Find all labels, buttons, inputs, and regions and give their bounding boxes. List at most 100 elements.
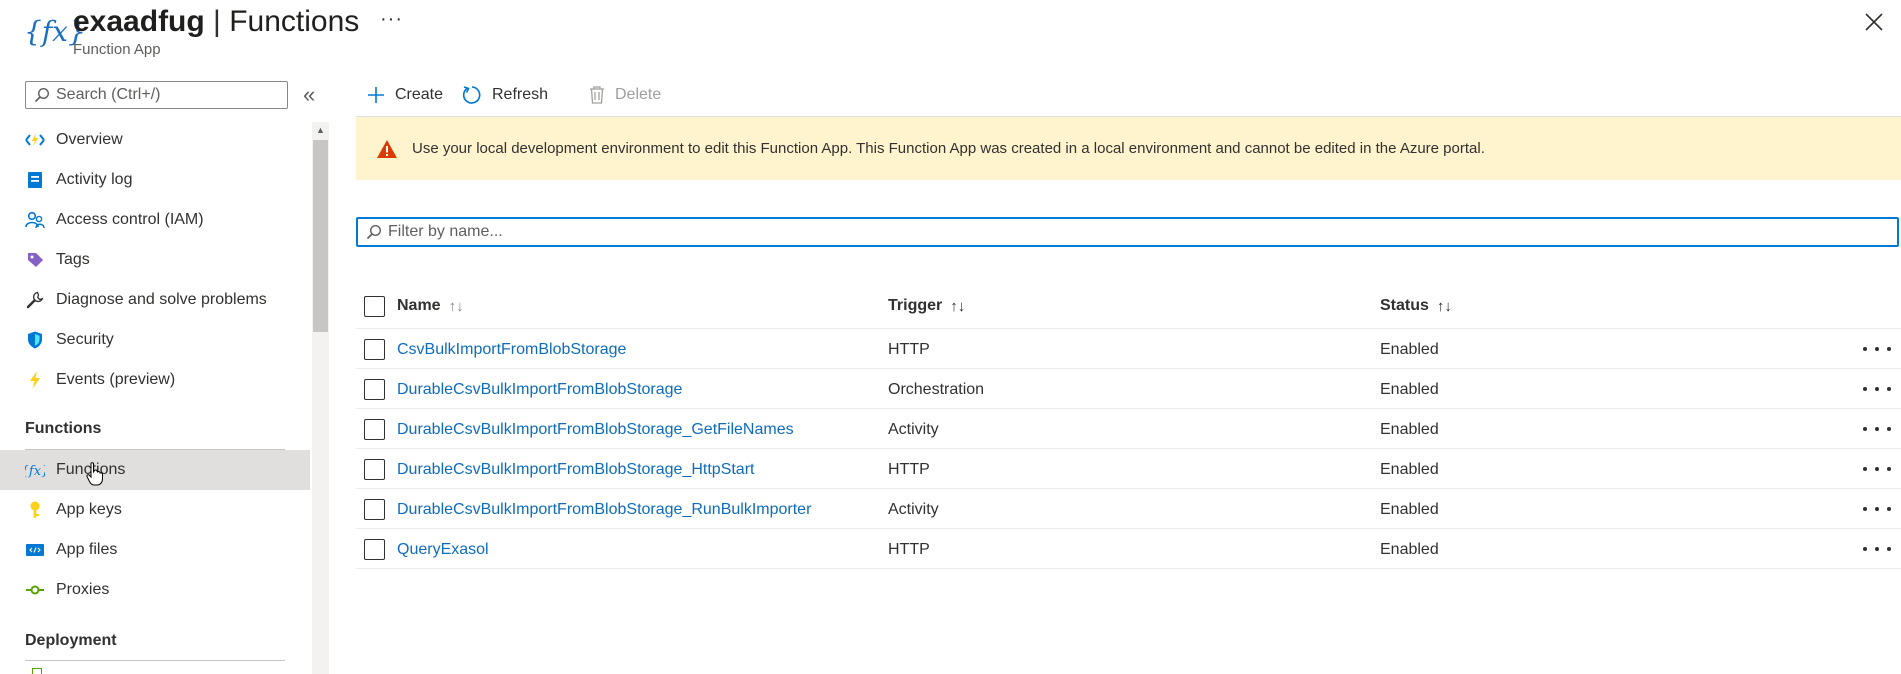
section-divider — [25, 660, 285, 661]
sidebar-item-overview[interactable]: Overview — [0, 120, 310, 160]
filter-input[interactable] — [388, 223, 1868, 241]
column-label: Name — [397, 297, 441, 314]
function-name-link[interactable]: DurableCsvBulkImportFromBlobStorage_RunB… — [397, 501, 811, 519]
page-title: exaadfug | Functions — [73, 2, 359, 42]
sidebar-item-functions[interactable]: {fx} Functions — [0, 450, 310, 490]
sidebar-item-label: Access control (IAM) — [56, 211, 204, 228]
scroll-up-arrow[interactable]: ▲ — [312, 122, 329, 138]
shield-icon — [25, 330, 45, 350]
lightning-icon — [25, 370, 45, 390]
sidebar-item-label: Tags — [56, 251, 90, 268]
row-checkbox[interactable] — [364, 499, 385, 520]
collapse-sidebar-button[interactable]: « — [303, 84, 315, 106]
row-checkbox[interactable] — [364, 339, 385, 360]
row-checkbox[interactable] — [364, 539, 385, 560]
sort-icon: ↑↓ — [1436, 297, 1452, 315]
sidebar-item-diagnose[interactable]: Diagnose and solve problems — [0, 280, 310, 320]
page-subtitle: Function App — [73, 41, 161, 58]
column-header-name[interactable]: Name ↑↓ — [397, 297, 464, 315]
warning-icon — [377, 139, 397, 158]
row-divider — [356, 488, 1901, 489]
row-checkbox[interactable] — [364, 459, 385, 480]
function-app-icon: {fx} — [24, 15, 86, 48]
section-header-functions: Functions — [25, 420, 102, 437]
warning-banner-text: Use your local development environment t… — [412, 140, 1485, 157]
warning-banner: Use your local development environment t… — [356, 117, 1901, 180]
status-cell: Enabled — [1380, 381, 1439, 398]
function-name-link[interactable]: DurableCsvBulkImportFromBlobStorage — [397, 381, 682, 399]
sidebar-item-app-keys[interactable]: App keys — [0, 490, 310, 530]
sidebar-item-app-files[interactable]: App files — [0, 530, 310, 570]
sidebar-item-label: Security — [56, 331, 114, 348]
close-icon — [1865, 13, 1883, 31]
status-cell: Enabled — [1380, 501, 1439, 518]
sidebar-item-security[interactable]: Security — [0, 320, 310, 360]
sidebar-item-label: Proxies — [56, 581, 110, 598]
sidebar-item-label: Events (preview) — [56, 371, 176, 388]
deployment-item-icon — [32, 668, 42, 674]
sidebar-item-label: Activity log — [56, 171, 133, 188]
sidebar-search[interactable] — [25, 81, 288, 109]
activity-log-icon — [25, 170, 45, 190]
sort-icon: ↑↓ — [950, 297, 966, 315]
app-name: exaadfug — [73, 5, 205, 38]
close-button[interactable] — [1862, 10, 1886, 34]
proxy-icon — [25, 580, 45, 600]
trash-icon — [588, 85, 606, 105]
row-more-button[interactable] — [1863, 379, 1891, 399]
trigger-cell: HTTP — [888, 461, 930, 478]
create-button[interactable]: Create — [366, 82, 443, 108]
function-name-link[interactable]: DurableCsvBulkImportFromBlobStorage_GetF… — [397, 421, 794, 439]
more-options-button[interactable]: ··· — [380, 8, 403, 31]
refresh-button[interactable]: Refresh — [461, 82, 548, 108]
filter-box[interactable] — [356, 217, 1899, 247]
page-name: Functions — [229, 5, 360, 38]
sidebar-item-activity-log[interactable]: Activity log — [0, 160, 310, 200]
row-more-button[interactable] — [1863, 499, 1891, 519]
trigger-cell: Orchestration — [888, 381, 985, 398]
row-more-button[interactable] — [1863, 459, 1891, 479]
row-checkbox[interactable] — [364, 419, 385, 440]
row-divider — [356, 408, 1901, 409]
function-name-link[interactable]: QueryExasol — [397, 541, 489, 559]
sidebar-item-label: App files — [56, 541, 118, 558]
mouse-pointer-icon — [86, 462, 103, 486]
column-header-status[interactable]: Status ↑↓ — [1380, 297, 1452, 315]
row-divider — [356, 448, 1901, 449]
function-name-link[interactable]: CsvBulkImportFromBlobStorage — [397, 341, 626, 359]
row-divider — [356, 568, 1901, 569]
delete-label: Delete — [615, 86, 662, 103]
sidebar-item-events[interactable]: Events (preview) — [0, 360, 310, 400]
wrench-icon — [25, 290, 45, 310]
row-checkbox[interactable] — [364, 379, 385, 400]
sidebar-item-proxies[interactable]: Proxies — [0, 570, 310, 610]
status-cell: Enabled — [1380, 341, 1439, 358]
section-header-deployment: Deployment — [25, 632, 117, 649]
tag-icon — [25, 250, 45, 270]
status-cell: Enabled — [1380, 421, 1439, 438]
header-divider — [356, 328, 1901, 329]
row-more-button[interactable] — [1863, 419, 1891, 439]
sidebar-item-tags[interactable]: Tags — [0, 240, 310, 280]
function-name-link[interactable]: DurableCsvBulkImportFromBlobStorage_Http… — [397, 461, 754, 479]
status-cell: Enabled — [1380, 461, 1439, 478]
row-more-button[interactable] — [1863, 339, 1891, 359]
delete-button[interactable]: Delete — [588, 82, 661, 108]
refresh-label: Refresh — [492, 86, 549, 103]
key-icon — [25, 500, 45, 520]
select-all-checkbox[interactable] — [364, 296, 385, 317]
sidebar-item-access-control[interactable]: Access control (IAM) — [0, 200, 310, 240]
row-more-button[interactable] — [1863, 539, 1891, 559]
sidebar-search-input[interactable] — [56, 86, 276, 104]
sort-icon: ↑↓ — [448, 297, 464, 315]
trigger-cell: HTTP — [888, 541, 930, 558]
sidebar-scroll-thumb[interactable] — [313, 140, 328, 332]
row-divider — [356, 528, 1901, 529]
search-icon — [366, 224, 382, 240]
trigger-cell: Activity — [888, 501, 939, 518]
row-divider — [356, 368, 1901, 369]
column-header-trigger[interactable]: Trigger ↑↓ — [888, 297, 965, 315]
trigger-cell: HTTP — [888, 341, 930, 358]
code-file-icon — [25, 540, 45, 560]
column-label: Trigger — [888, 297, 943, 314]
